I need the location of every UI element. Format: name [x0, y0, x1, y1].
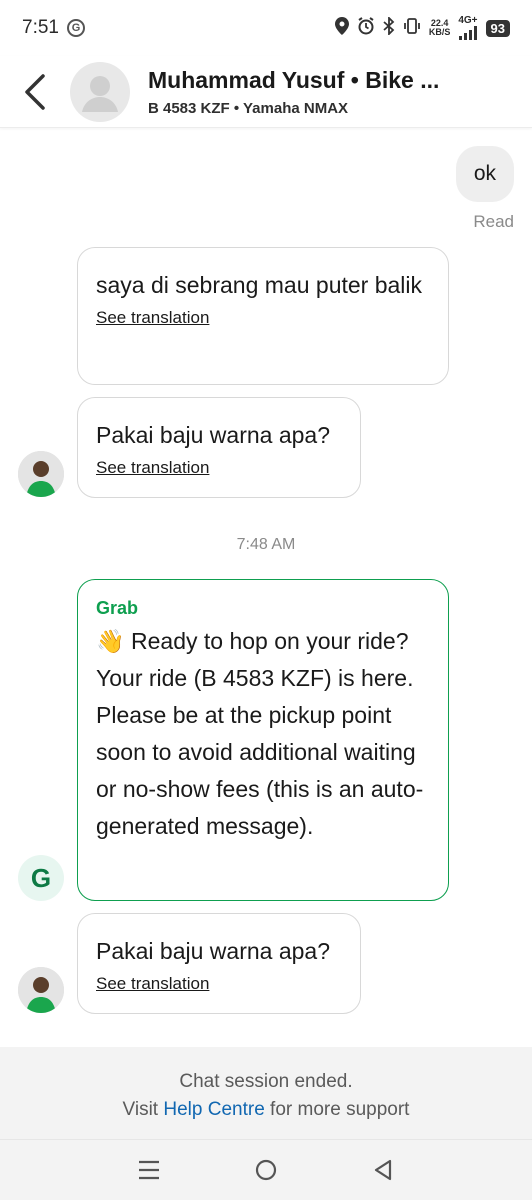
vehicle-info: B 4583 KZF • Yamaha NMAX [148, 99, 349, 117]
recents-icon [138, 1160, 159, 1180]
home-button[interactable] [244, 1148, 288, 1192]
vibrate-icon [403, 17, 421, 40]
signal-icon [458, 26, 477, 40]
message-timestamp: 7:48 AM [236, 536, 296, 553]
system-nav-bar [0, 1139, 532, 1200]
outgoing-message[interactable]: ok [455, 146, 514, 202]
driver-avatar[interactable] [18, 451, 64, 497]
incoming-message[interactable]: saya di sebrang mau puter balik See tran… [77, 247, 449, 385]
back-triangle-icon [375, 1159, 392, 1181]
driver-photo-icon [18, 967, 64, 1013]
message-text: Pakai baju warna apa? [96, 422, 330, 448]
session-footer: Chat session ended. Visit Help Centre fo… [0, 1047, 532, 1139]
message-text: Pakai baju warna apa? [96, 938, 330, 964]
status-bar: 7:51 G 22.4 KB/S 4G+ 93 [0, 0, 532, 56]
session-ended-text: Chat session ended. [179, 1071, 353, 1092]
status-left: 7:51 G [22, 17, 85, 39]
see-translation-link[interactable]: See translation [96, 458, 209, 478]
bluetooth-icon [383, 15, 395, 40]
net-speed-unit: KB/S [428, 27, 451, 37]
location-icon [334, 16, 349, 40]
status-right: 22.4 KB/S 4G+ 93 [334, 15, 510, 40]
driver-name[interactable]: Muhammad Yusuf • Bike ... [148, 67, 439, 94]
driver-avatar-placeholder[interactable] [70, 61, 130, 122]
carrier-g-icon: G [66, 19, 85, 37]
battery-icon: 93 [485, 19, 510, 37]
grab-logo-icon: G [18, 855, 64, 901]
chat-header: Muhammad Yusuf • Bike ... B 4583 KZF • Y… [0, 56, 532, 128]
help-line: Visit Help Centre for more support [0, 1099, 532, 1121]
message-text: 👋 Ready to hop on your ride? Your ride (… [96, 628, 424, 839]
message-text: saya di sebrang mau puter balik [96, 272, 423, 298]
see-translation-link[interactable]: See translation [96, 974, 209, 994]
incoming-message[interactable]: Pakai baju warna apa? See translation [77, 397, 361, 498]
back-chevron-icon [25, 73, 45, 110]
back-button[interactable] [0, 56, 70, 128]
status-time: 7:51 [22, 17, 59, 38]
recents-button[interactable] [127, 1148, 171, 1192]
home-icon [255, 1159, 277, 1181]
read-status: Read [473, 212, 514, 231]
incoming-message[interactable]: Pakai baju warna apa? See translation [77, 913, 361, 1014]
driver-photo-icon [18, 451, 64, 497]
system-message[interactable]: Grab 👋 Ready to hop on your ride? Your r… [77, 579, 449, 901]
alarm-icon [357, 16, 375, 40]
header-text: Muhammad Yusuf • Bike ... B 4583 KZF • Y… [148, 67, 439, 117]
network-type: 4G+ [458, 15, 478, 40]
network-type-label: 4G+ [458, 15, 478, 26]
system-back-button[interactable] [361, 1148, 405, 1192]
net-speed: 22.4 KB/S [429, 19, 451, 37]
see-translation-link[interactable]: See translation [96, 308, 209, 328]
visit-suffix: for more support [270, 1099, 410, 1120]
driver-avatar[interactable] [18, 967, 64, 1013]
visit-prefix: Visit [122, 1099, 159, 1120]
sender-name: Grab [96, 598, 139, 618]
person-icon [82, 75, 118, 112]
help-centre-link[interactable]: Help Centre [163, 1099, 264, 1120]
